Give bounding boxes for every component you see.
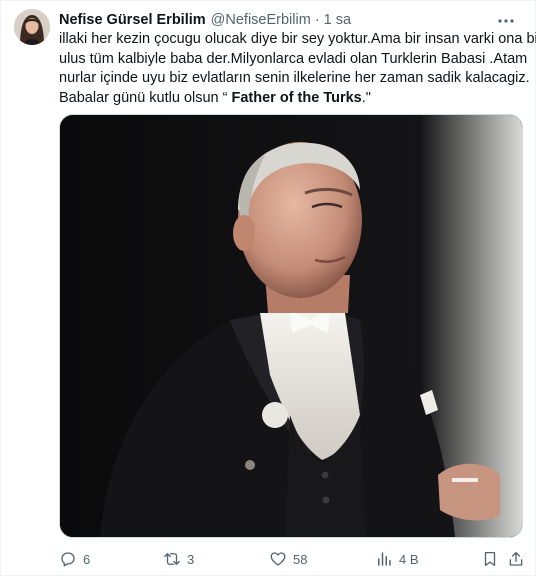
tweet-text-line: illaki her kezin çocugu olucak diye bir … bbox=[59, 31, 536, 47]
avatar[interactable] bbox=[14, 9, 50, 45]
repost-button[interactable]: 3 bbox=[163, 548, 194, 570]
tweet-text-line: ulus tüm kalbiyle baba der.Milyonlarca e… bbox=[59, 50, 528, 67]
avatar-portrait bbox=[14, 9, 50, 45]
tweet-text-bold: Father of the Turks bbox=[231, 89, 362, 106]
separator-dot: · bbox=[314, 12, 320, 28]
bookmark-button[interactable] bbox=[481, 548, 499, 570]
action-bar: 6 3 58 4 B bbox=[59, 548, 529, 570]
timestamp[interactable]: 1 sa bbox=[324, 12, 351, 28]
more-dots-icon[interactable] bbox=[495, 12, 517, 30]
share-icon bbox=[509, 551, 523, 566]
tweet-header: Nefise Gürsel Erbilim @NefiseErbilim · 1… bbox=[59, 10, 523, 30]
tweet-text-suffix: ." bbox=[361, 89, 371, 106]
repost-icon bbox=[164, 553, 180, 565]
reply-button[interactable]: 6 bbox=[59, 548, 90, 570]
share-button[interactable] bbox=[507, 548, 525, 570]
tweet-photo[interactable] bbox=[59, 114, 523, 538]
views-button[interactable]: 4 B bbox=[375, 548, 419, 570]
tweet-text-line: nurlar içinde uyu biz evlatların senin i… bbox=[59, 70, 530, 86]
views-count: 4 B bbox=[399, 551, 419, 567]
bookmark-icon bbox=[484, 551, 496, 567]
like-count: 58 bbox=[293, 551, 308, 567]
reply-bubble-icon bbox=[61, 552, 75, 567]
tweet-text-line: Babalar günü kutlu olsun “ Father of the… bbox=[59, 89, 525, 109]
like-button[interactable]: 58 bbox=[269, 548, 307, 570]
portrait-photo bbox=[60, 115, 522, 537]
repost-count: 3 bbox=[187, 551, 195, 567]
views-bars-icon bbox=[378, 552, 391, 566]
author-handle[interactable]: @NefiseErbilim bbox=[211, 12, 311, 28]
tweet-text: illaki her kezin çocugu olucak diye bir … bbox=[59, 30, 536, 109]
heart-icon bbox=[270, 552, 286, 566]
tweet-card[interactable]: Nefise Gürsel Erbilim @NefiseErbilim · 1… bbox=[0, 0, 536, 576]
reply-count: 6 bbox=[83, 551, 91, 567]
author-name[interactable]: Nefise Gürsel Erbilim bbox=[59, 12, 206, 28]
tweet-text-prefix: Babalar günü kutlu olsun “ bbox=[59, 89, 232, 106]
